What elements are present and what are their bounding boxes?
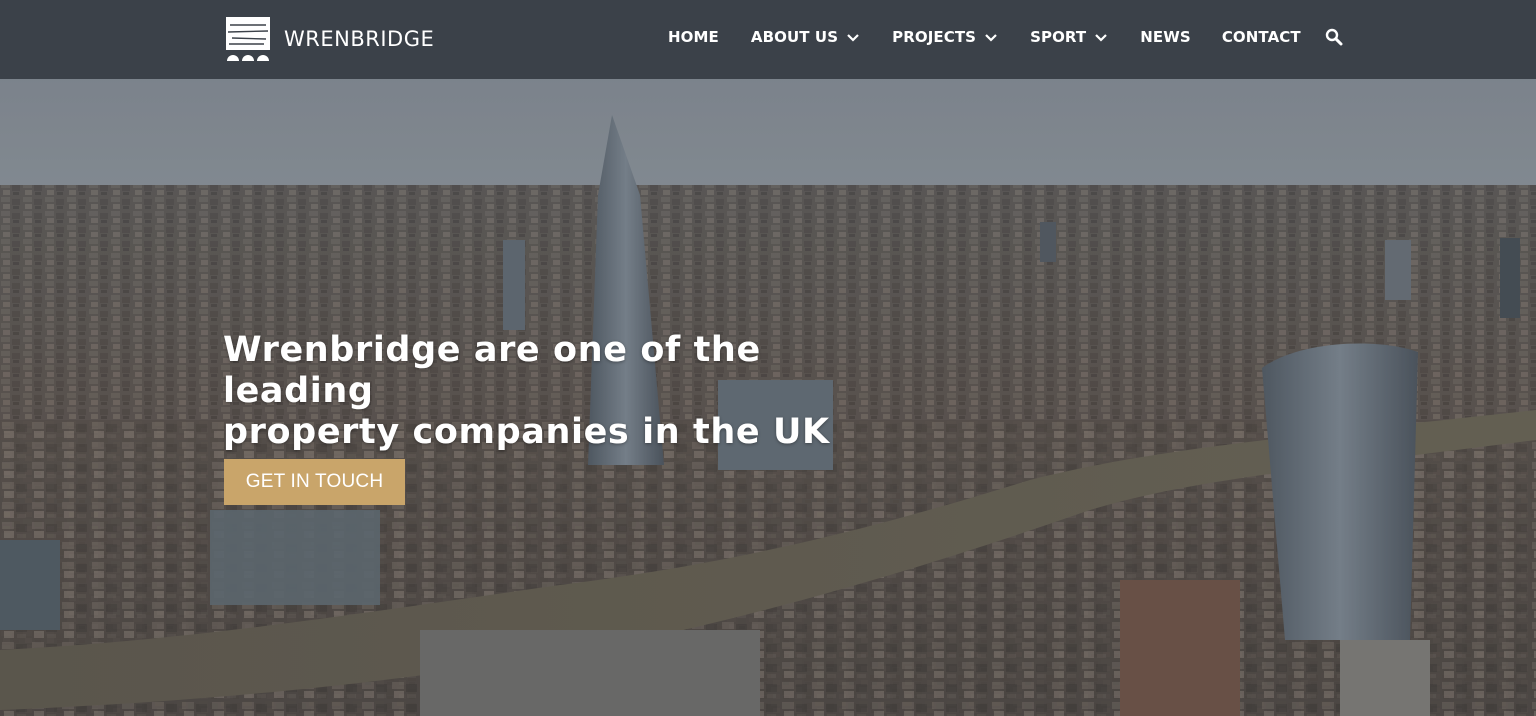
brand-name: WRENBRIDGE (284, 27, 435, 51)
nav-item-sport[interactable]: SPORT (1030, 28, 1108, 46)
nav-item-label: NEWS (1140, 28, 1191, 46)
site-header: WRENBRIDGE HOME ABOUT US PROJECTS SPORT … (0, 0, 1536, 79)
nav-item-label: SPORT (1030, 28, 1087, 46)
nav-item-label: PROJECTS (892, 28, 977, 46)
nav-item-label: ABOUT US (750, 28, 839, 46)
logo[interactable]: WRENBRIDGE (226, 16, 434, 62)
nav-item-projects[interactable]: PROJECTS (892, 28, 998, 46)
hero-headline-line-1: Wrenbridge are one of the leading (223, 330, 761, 411)
chevron-down-icon (1095, 34, 1108, 42)
chevron-down-icon (985, 34, 997, 42)
chevron-down-icon (847, 34, 859, 42)
hero-headline-line-2: property companies in the UK (223, 412, 830, 452)
nav-item-label: CONTACT (1221, 28, 1301, 46)
nav-item-about-us[interactable]: ABOUT US (751, 28, 860, 46)
nav-item-label: HOME (668, 28, 719, 46)
nav-item-news[interactable]: NEWS (1140, 28, 1191, 46)
wrenbridge-logo-icon (226, 16, 270, 62)
main-nav: HOME ABOUT US PROJECTS SPORT NEWS CONTAC… (668, 26, 1343, 48)
get-in-touch-button[interactable]: GET IN TOUCH (224, 459, 405, 505)
search-icon[interactable] (1325, 28, 1343, 46)
nav-item-contact[interactable]: CONTACT (1222, 28, 1301, 46)
nav-item-home[interactable]: HOME (668, 28, 719, 46)
hero-headline: Wrenbridge are one of the leading proper… (223, 330, 903, 453)
